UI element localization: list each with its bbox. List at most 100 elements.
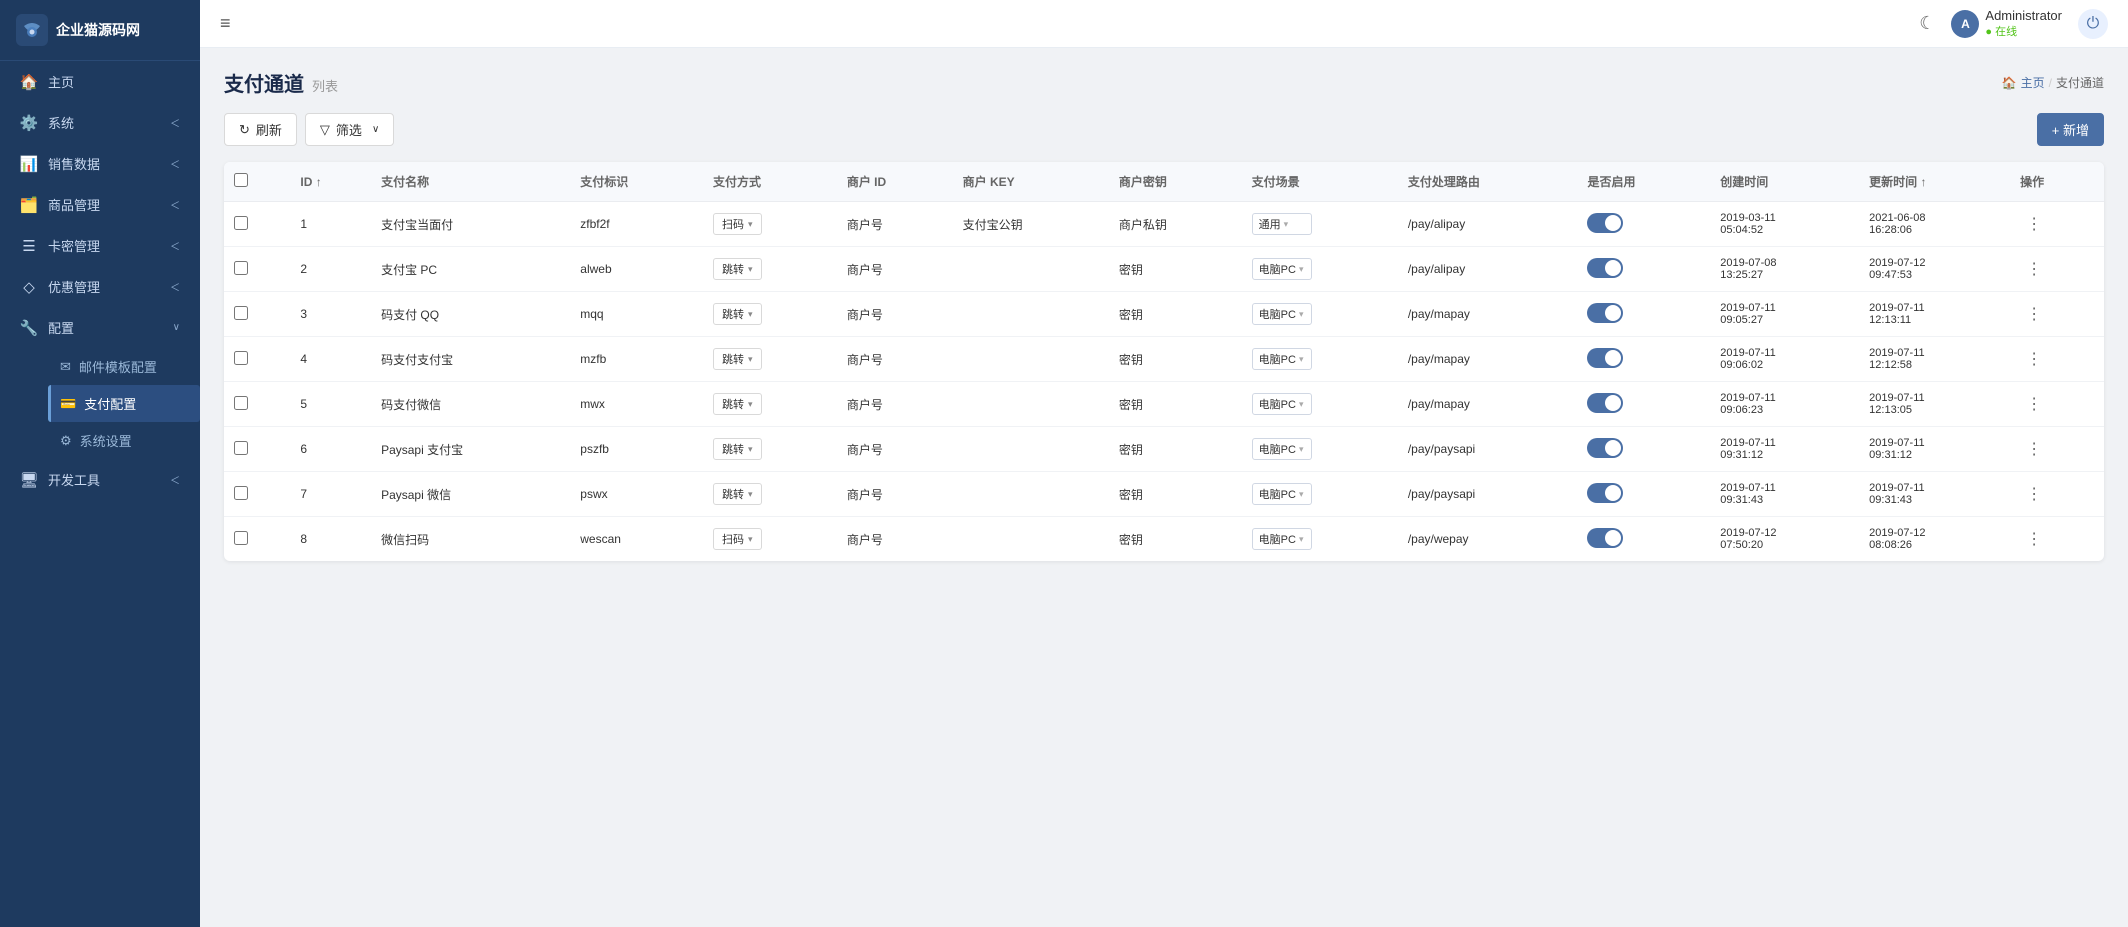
th-id[interactable]: ID ↑ xyxy=(290,162,371,202)
table-row: 7 Paysapi 微信 pswx 跳转 ▾ 商户号 密钥 电脑PC ▾ /pa… xyxy=(224,472,2104,517)
method-tag[interactable]: 跳转 ▾ xyxy=(713,393,762,415)
row-enabled xyxy=(1577,472,1710,517)
chevron-icon: ＜ xyxy=(170,238,180,253)
row-checkbox[interactable] xyxy=(234,261,248,275)
power-button[interactable]: ⏻ xyxy=(2078,9,2108,39)
th-created: 创建时间 xyxy=(1710,162,1859,202)
tag-arrow-icon: ▾ xyxy=(748,534,753,545)
row-updated-at: 2019-07-1109:31:12 xyxy=(1859,427,2010,472)
sidebar-item-home[interactable]: 🏠 主页 xyxy=(0,61,200,102)
sidebar-item-goods[interactable]: 🗂️ 商品管理 ＜ xyxy=(0,184,200,225)
method-tag[interactable]: 跳转 ▾ xyxy=(713,303,762,325)
method-tag[interactable]: 跳转 ▾ xyxy=(713,483,762,505)
scene-select[interactable]: 电脑PC ▾ xyxy=(1252,483,1312,505)
toolbar-left: ↻ 刷新 ▽ 筛选 ∨ xyxy=(224,113,394,146)
sidebar-item-coupon[interactable]: ◇ 优惠管理 ＜ xyxy=(0,266,200,307)
tag-arrow-icon: ▾ xyxy=(748,399,753,410)
row-checkbox[interactable] xyxy=(234,396,248,410)
header-right: ☾ A Administrator ● 在线 ⏻ xyxy=(1919,8,2108,39)
enabled-toggle[interactable] xyxy=(1587,213,1623,233)
home-icon: 🏠 xyxy=(20,73,38,91)
chevron-icon: ＜ xyxy=(170,472,180,487)
table-row: 3 码支付 QQ mqq 跳转 ▾ 商户号 密钥 电脑PC ▾ /pay/map… xyxy=(224,292,2104,337)
sidebar-item-devtools[interactable]: 🖥 开发工具 ＜ xyxy=(0,459,200,500)
row-enabled xyxy=(1577,337,1710,382)
row-checkbox-cell xyxy=(224,427,290,472)
more-options-button[interactable]: ⋮ xyxy=(2020,529,2048,550)
row-checkbox[interactable] xyxy=(234,351,248,365)
select-all-checkbox[interactable] xyxy=(234,173,248,187)
method-tag[interactable]: 跳转 ▾ xyxy=(713,348,762,370)
refresh-button[interactable]: ↻ 刷新 xyxy=(224,113,297,146)
row-checkbox[interactable] xyxy=(234,531,248,545)
method-tag[interactable]: 跳转 ▾ xyxy=(713,258,762,280)
row-checkbox[interactable] xyxy=(234,216,248,230)
row-merchant-id: 商户号 xyxy=(837,382,953,427)
row-merchant-key xyxy=(953,517,1109,562)
filter-icon: ▽ xyxy=(320,122,330,138)
sidebar-item-cardkey[interactable]: ☰ 卡密管理 ＜ xyxy=(0,225,200,266)
select-arrow-icon: ▾ xyxy=(1299,489,1304,500)
row-checkbox-cell xyxy=(224,337,290,382)
enabled-toggle[interactable] xyxy=(1587,528,1623,548)
sidebar-item-sales[interactable]: 📊 销售数据 ＜ xyxy=(0,143,200,184)
sidebar-item-config[interactable]: 🔧 配置 ∨ xyxy=(0,307,200,348)
add-button[interactable]: + 新增 xyxy=(2037,113,2104,146)
row-action: ⋮ xyxy=(2010,292,2104,337)
scene-select[interactable]: 通用 ▾ xyxy=(1252,213,1312,235)
menu-toggle-icon[interactable]: ≡ xyxy=(220,13,231,34)
row-checkbox[interactable] xyxy=(234,306,248,320)
more-options-button[interactable]: ⋮ xyxy=(2020,484,2048,505)
more-options-button[interactable]: ⋮ xyxy=(2020,394,2048,415)
breadcrumb: 🏠 主页 / 支付通道 xyxy=(2002,74,2104,91)
tag-arrow-icon: ▾ xyxy=(748,489,753,500)
row-checkbox[interactable] xyxy=(234,486,248,500)
sidebar-navigation: 🏠 主页 ⚙️ 系统 ＜ 📊 销售数据 ＜ 🗂️ 商品管理 ＜ ☰ 卡密管理 ＜ xyxy=(0,61,200,927)
method-tag[interactable]: 跳转 ▾ xyxy=(713,438,762,460)
row-identifier: alweb xyxy=(570,247,703,292)
row-checkbox-cell xyxy=(224,517,290,562)
method-tag[interactable]: 扫码 ▾ xyxy=(713,528,762,550)
enabled-toggle[interactable] xyxy=(1587,348,1623,368)
th-updated[interactable]: 更新时间 ↑ xyxy=(1859,162,2010,202)
sidebar-item-payment-config[interactable]: 💳 支付配置 xyxy=(48,385,200,422)
chevron-down-icon: ∨ xyxy=(173,322,180,333)
row-route: /pay/paysapi xyxy=(1398,427,1578,472)
enabled-toggle[interactable] xyxy=(1587,303,1623,323)
row-merchant-key xyxy=(953,427,1109,472)
breadcrumb-home[interactable]: 主页 xyxy=(2021,74,2045,91)
more-options-button[interactable]: ⋮ xyxy=(2020,214,2048,235)
sidebar-item-email-tpl[interactable]: ✉ 邮件模板配置 xyxy=(48,348,200,385)
scene-select[interactable]: 电脑PC ▾ xyxy=(1252,303,1312,325)
scene-select[interactable]: 电脑PC ▾ xyxy=(1252,438,1312,460)
scene-select[interactable]: 电脑PC ▾ xyxy=(1252,528,1312,550)
scene-select[interactable]: 电脑PC ▾ xyxy=(1252,258,1312,280)
scene-select[interactable]: 电脑PC ▾ xyxy=(1252,348,1312,370)
sidebar-item-system[interactable]: ⚙️ 系统 ＜ xyxy=(0,102,200,143)
more-options-button[interactable]: ⋮ xyxy=(2020,304,2048,325)
row-route: /pay/paysapi xyxy=(1398,472,1578,517)
enabled-toggle[interactable] xyxy=(1587,393,1623,413)
row-checkbox[interactable] xyxy=(234,441,248,455)
user-status: ● 在线 xyxy=(1985,23,2062,39)
enabled-toggle[interactable] xyxy=(1587,438,1623,458)
row-created-at: 2019-07-0813:25:27 xyxy=(1710,247,1859,292)
row-created-at: 2019-07-1109:06:02 xyxy=(1710,337,1859,382)
tag-arrow-icon: ▾ xyxy=(748,444,753,455)
more-options-button[interactable]: ⋮ xyxy=(2020,439,2048,460)
method-tag[interactable]: 扫码 ▾ xyxy=(713,213,762,235)
avatar: A xyxy=(1951,10,1979,38)
sidebar-item-sys-settings[interactable]: ⚙ 系统设置 xyxy=(48,422,200,459)
payment-table: ID ↑ 支付名称 支付标识 支付方式 商户 ID 商户 KEY 商户密钥 支付… xyxy=(224,162,2104,561)
more-options-button[interactable]: ⋮ xyxy=(2020,259,2048,280)
more-options-button[interactable]: ⋮ xyxy=(2020,349,2048,370)
th-enabled: 是否启用 xyxy=(1577,162,1710,202)
filter-button[interactable]: ▽ 筛选 ∨ xyxy=(305,113,394,146)
enabled-toggle[interactable] xyxy=(1587,483,1623,503)
theme-toggle-icon[interactable]: ☾ xyxy=(1919,13,1935,34)
row-id: 3 xyxy=(290,292,371,337)
table-row: 2 支付宝 PC alweb 跳转 ▾ 商户号 密钥 电脑PC ▾ /pay/a… xyxy=(224,247,2104,292)
enabled-toggle[interactable] xyxy=(1587,258,1623,278)
scene-select[interactable]: 电脑PC ▾ xyxy=(1252,393,1312,415)
row-scene: 通用 ▾ xyxy=(1242,202,1398,247)
